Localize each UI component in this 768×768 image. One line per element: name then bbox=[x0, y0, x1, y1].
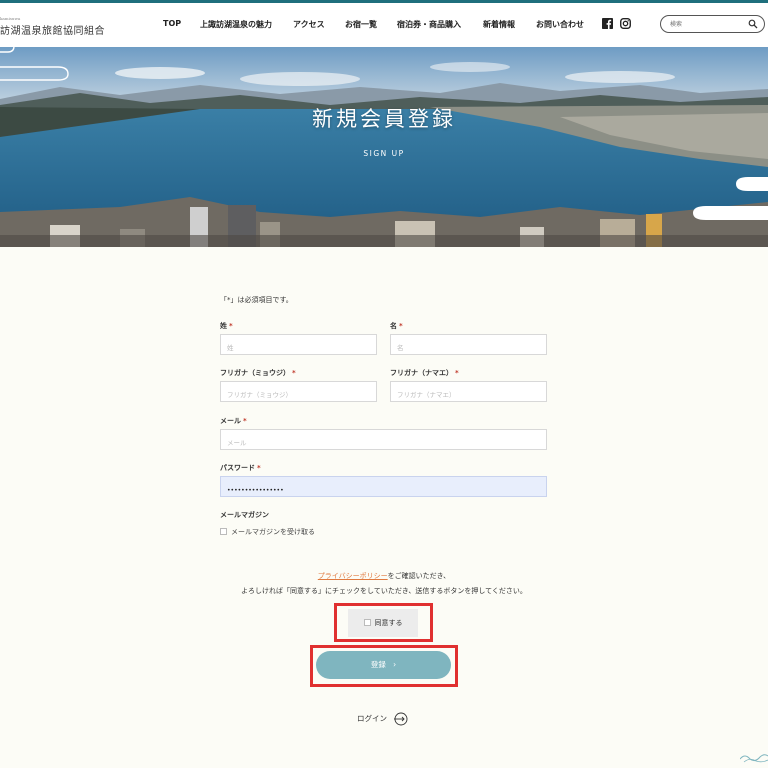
search-box bbox=[660, 15, 765, 33]
first-name-kana-input[interactable] bbox=[391, 385, 546, 405]
lake-landscape-image bbox=[0, 47, 768, 247]
first-name-kana-field bbox=[390, 381, 547, 405]
newsletter-option[interactable]: メールマガジンを受け取る bbox=[220, 527, 315, 537]
first-name-kana-label-text: フリガナ（ナマエ） bbox=[390, 369, 453, 377]
nav-item-news[interactable]: 新着情報 bbox=[483, 19, 515, 30]
nav-item-purchase[interactable]: 宿泊券・商品購入 bbox=[397, 19, 461, 30]
email-input[interactable] bbox=[221, 433, 546, 453]
arrow-right-circle-icon[interactable] bbox=[394, 712, 408, 726]
first-name-kana-label: フリガナ（ナマエ） * bbox=[390, 368, 459, 378]
nav-item-charm[interactable]: 上諏訪湖温泉の魅力 bbox=[200, 19, 272, 30]
required-mark: * bbox=[399, 322, 403, 330]
email-label-text: メール bbox=[220, 417, 241, 425]
nav-item-contact[interactable]: お問い合わせ bbox=[536, 19, 584, 30]
required-mark: * bbox=[455, 369, 459, 377]
hero-banner: 新規会員登録 SIGN UP bbox=[0, 47, 768, 247]
hero-title: 新規会員登録 bbox=[312, 107, 456, 131]
site-header: kamisuwa 訪湖温泉旅館協同組合 TOP 上諏訪湖温泉の魅力 アクセス お… bbox=[0, 3, 768, 47]
chevron-right-icon: › bbox=[393, 660, 397, 669]
newsletter-label: メールマガジン bbox=[220, 511, 269, 519]
nav-item-top[interactable]: TOP bbox=[163, 19, 181, 28]
first-name-label-text: 名 bbox=[390, 322, 397, 330]
first-name-label: 名 * bbox=[390, 321, 403, 331]
last-name-label-text: 姓 bbox=[220, 322, 227, 330]
password-label-text: パスワード bbox=[220, 464, 255, 472]
submit-label: 登録 bbox=[370, 660, 386, 669]
agree-checkbox[interactable] bbox=[363, 619, 371, 626]
instagram-icon[interactable] bbox=[620, 18, 631, 29]
agree-checkbox-button[interactable]: 同意する bbox=[348, 609, 418, 637]
submit-button[interactable]: 登録 › bbox=[316, 651, 451, 679]
required-mark: * bbox=[229, 322, 233, 330]
policy-line-1: プライバシーポリシーをご確認いただき、 bbox=[0, 569, 768, 584]
first-name-field bbox=[390, 334, 547, 358]
last-name-kana-label-text: フリガナ（ミョウジ） bbox=[220, 369, 290, 377]
logo-main-text: 訪湖温泉旅館協同組合 bbox=[0, 26, 105, 37]
required-note: 「*」は必須項目です。 bbox=[220, 296, 293, 304]
password-label: パスワード * bbox=[220, 463, 261, 473]
first-name-input[interactable] bbox=[391, 338, 546, 358]
agree-label: 同意する bbox=[374, 619, 403, 627]
email-field bbox=[220, 429, 547, 453]
email-label: メール * bbox=[220, 416, 247, 426]
login-link[interactable]: ログイン bbox=[357, 713, 387, 724]
last-name-field bbox=[220, 334, 377, 358]
policy-line-2: よろしければ「同意する」にチェックをしていただき、送信するボタンを押してください… bbox=[241, 587, 527, 595]
wave-decoration-icon bbox=[740, 754, 768, 763]
last-name-label: 姓 * bbox=[220, 321, 233, 331]
policy-text: プライバシーポリシーをご確認いただき、 よろしければ「同意する」にチェックをして… bbox=[0, 569, 768, 599]
logo-small-text: kamisuwa bbox=[0, 16, 21, 21]
password-input[interactable] bbox=[221, 481, 546, 500]
nav-item-inns[interactable]: お宿一覧 bbox=[345, 19, 377, 30]
last-name-input[interactable] bbox=[221, 338, 376, 358]
signup-form: 「*」は必須項目です。 姓* 名* フリガナ（ミョウジ）* フリガナ（ナマエ）*… bbox=[0, 247, 768, 768]
nav-item-access[interactable]: アクセス bbox=[293, 19, 325, 30]
last-name-kana-label: フリガナ（ミョウジ） * bbox=[220, 368, 296, 378]
facebook-icon[interactable] bbox=[602, 18, 613, 29]
search-input[interactable] bbox=[670, 19, 745, 30]
policy-line-1-text: をご確認いただき、 bbox=[387, 572, 451, 580]
last-name-kana-field bbox=[220, 381, 377, 405]
search-icon[interactable] bbox=[748, 19, 758, 29]
hero-subtitle: SIGN UP bbox=[363, 149, 405, 158]
required-mark: * bbox=[292, 369, 296, 377]
privacy-policy-link[interactable]: プライバシーポリシー bbox=[318, 572, 388, 580]
last-name-kana-input[interactable] bbox=[221, 385, 376, 405]
required-mark: * bbox=[257, 464, 261, 472]
newsletter-checkbox[interactable] bbox=[220, 528, 227, 535]
password-field bbox=[220, 476, 547, 500]
required-mark: * bbox=[243, 417, 247, 425]
newsletter-checkbox-label: メールマガジンを受け取る bbox=[231, 528, 315, 536]
